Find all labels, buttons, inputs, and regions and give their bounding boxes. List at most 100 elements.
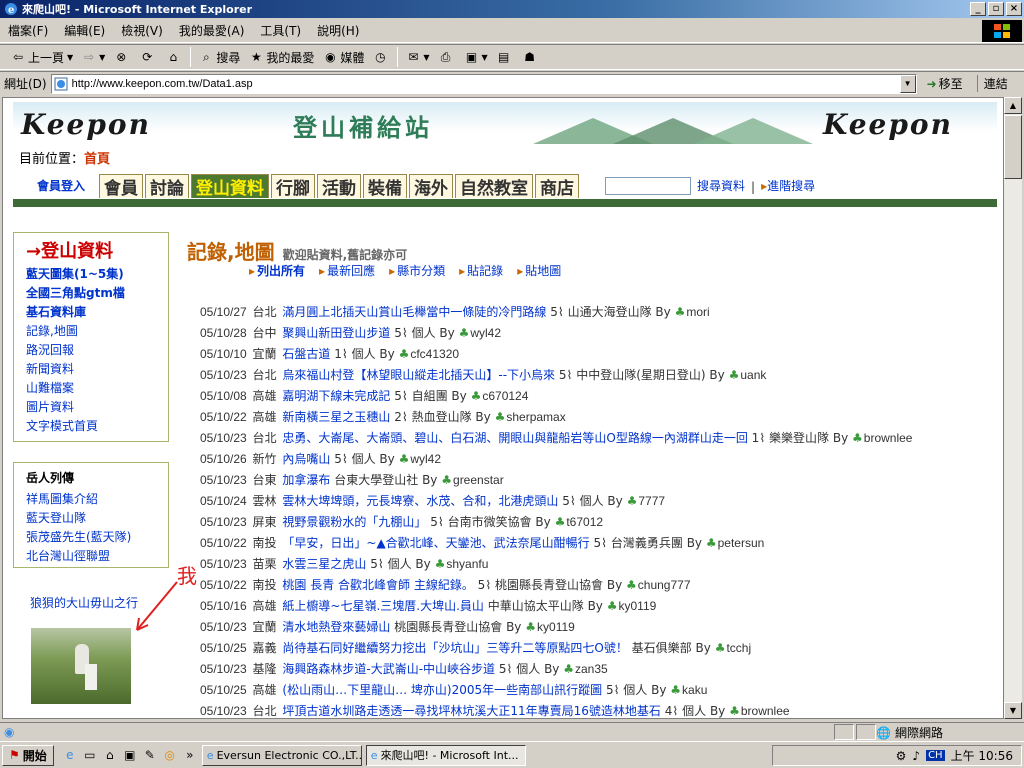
sidebar-item-benchmark-db[interactable]: 基石資料庫 [26, 303, 156, 322]
menu-file[interactable]: 檔案(F) [0, 22, 56, 39]
media-button[interactable]: ◉ 媒體 [318, 49, 368, 66]
discuss-button[interactable]: ▤ [492, 49, 518, 65]
tab-walks[interactable]: 行腳 [271, 174, 316, 199]
post-user-link[interactable]: tcchj [726, 641, 751, 655]
trip-report-link[interactable]: 狼狽的大山毋山之行 [30, 594, 138, 611]
post-user-link[interactable]: petersun [718, 536, 765, 550]
post-user-link[interactable]: uank [740, 368, 766, 382]
post-user-link[interactable]: greenstar [453, 473, 504, 487]
minimize-button[interactable]: _ [970, 2, 986, 16]
site-banner[interactable]: Keepon 登山補給站 Keepon [13, 102, 997, 144]
messenger-button[interactable]: ☗ [518, 49, 544, 65]
post-title-link[interactable]: 新南橫三星之玉穗山 [282, 410, 390, 424]
links-button[interactable]: 連結 [976, 75, 1008, 92]
task-eversun[interactable]: e Eversun Electronic CO.,LT... [201, 744, 362, 766]
advanced-search-link[interactable]: ▸進階搜尋 [761, 177, 815, 194]
post-title-link[interactable]: 忠勇、大崙尾、大崙頭、碧山、白石湖、開眼山與龍船岩等山O型路線一內湖群山走一回 [282, 431, 747, 445]
post-title-link[interactable]: 紙上櫥導~七星嶺.三塊厝.大埤山.員山 [282, 599, 484, 613]
menu-tools[interactable]: 工具(T) [252, 22, 309, 39]
sidebar-item-blue-sky-albums[interactable]: 藍天圖集(1~5集) [26, 265, 156, 284]
post-title-link[interactable]: 桃園 長青 合歡北峰會師 主線紀錄。 [282, 578, 473, 592]
favorites-button[interactable]: ★ 我的最愛 [244, 49, 318, 66]
address-input[interactable]: http://www.keepon.com.tw/Data1.asp ▼ [50, 73, 917, 94]
post-title-link[interactable]: 烏來福山村登【林望眼山縱走北插天山】--下小烏來 [282, 368, 555, 382]
post-user-link[interactable]: wyl42 [470, 326, 501, 340]
ime-indicator[interactable]: CH [926, 750, 945, 761]
sidebar-item-trail-alliance[interactable]: 北台灣山徑聯盟 [26, 547, 156, 566]
post-title-link[interactable]: 嘉明湖下線未完成記 [282, 389, 390, 403]
post-title-link[interactable]: 聚興山新田登山步道 [282, 326, 390, 340]
sidebar-item-triangulation-gtm[interactable]: 全國三角點gtm檔 [26, 284, 156, 303]
more-icon[interactable]: » [182, 748, 198, 762]
close-button[interactable]: × [1006, 2, 1022, 16]
post-user-link[interactable]: wyl42 [410, 452, 441, 466]
post-title-link[interactable]: 雲林大埤埤頭，元長埤寮、水茂、合和，北港虎頭山 [282, 494, 558, 508]
stop-button[interactable]: ⊗ [109, 49, 135, 65]
post-user-link[interactable]: shyanfu [446, 557, 488, 571]
computer-icon[interactable]: ▣ [122, 748, 138, 762]
subnav-latest-replies[interactable]: 最新回應 [319, 262, 375, 279]
member-login-link[interactable]: 會員登入 [37, 177, 85, 194]
post-title-link[interactable]: 滿月圓上北插天山賞山毛櫸當中一條陡的冷門路線 [282, 305, 546, 319]
address-dropdown-icon[interactable]: ▼ [899, 74, 916, 93]
volume-icon[interactable]: ♪ [912, 749, 920, 763]
post-user-link[interactable]: ky0119 [619, 599, 657, 613]
window-titlebar[interactable]: e 來爬山吧! - Microsoft Internet Explorer _ … [0, 0, 1024, 18]
sidebar-item-trail-reports[interactable]: 路況回報 [26, 341, 156, 360]
print-button[interactable]: ⎙ [434, 49, 460, 65]
menu-view[interactable]: 檢視(V) [113, 22, 171, 39]
site-search-input[interactable] [605, 177, 692, 195]
post-title-link[interactable]: 加拿瀑布 [282, 473, 330, 487]
tab-events[interactable]: 活動 [317, 174, 362, 199]
forward-button[interactable]: ⇨ ▼ [77, 49, 109, 65]
post-user-link[interactable]: ky0119 [537, 620, 575, 634]
task-ie-keepon[interactable]: e 來爬山吧! - Microsoft Int... [365, 744, 526, 766]
post-title-link[interactable]: 坪頂古道水圳路走透透一尋找坪林坑溪大正11年專賣局16號造林地基石 [282, 704, 661, 718]
sidebar-item-records-maps[interactable]: 記錄,地圖 [26, 322, 156, 341]
go-button[interactable]: ➜ 移至 [927, 75, 963, 92]
sidebar-item-text-mode[interactable]: 文字模式首頁 [26, 417, 156, 436]
post-user-link[interactable]: chung777 [638, 578, 691, 592]
post-user-link[interactable]: mori [686, 305, 709, 319]
sidebar-item-accident-files[interactable]: 山難檔案 [26, 379, 156, 398]
history-button[interactable]: ◷ [368, 49, 394, 65]
search-button[interactable]: ⌕ 搜尋 [194, 49, 244, 66]
scroll-down-icon[interactable]: ▼ [1004, 702, 1022, 719]
tray-icon[interactable]: ⚙ [896, 749, 907, 763]
post-user-link[interactable]: brownlee [741, 704, 790, 718]
post-user-link[interactable]: t67012 [566, 515, 603, 529]
subnav-post-record[interactable]: 貼記錄 [459, 262, 503, 279]
vertical-scrollbar[interactable]: ▲ ▼ [1004, 97, 1022, 719]
post-title-link[interactable]: 水雲三星之虎山 [282, 557, 366, 571]
breadcrumb-current[interactable]: 首頁 [84, 152, 110, 167]
notepad-icon[interactable]: ✎ [142, 748, 158, 762]
scroll-thumb[interactable] [1004, 115, 1022, 179]
post-title-link[interactable]: 海興路森林步道-大武崙山-中山峽谷步道 [282, 662, 495, 676]
refresh-button[interactable]: ⟳ [135, 49, 161, 65]
post-title-link[interactable]: 清水地熱登來藝婦山 [282, 620, 390, 634]
start-button[interactable]: ⚑ 開始 [2, 744, 54, 766]
post-user-link[interactable]: c670124 [482, 389, 528, 403]
page-viewport[interactable]: Keepon 登山補給站 Keepon 目前位置：首頁 會員登入 會員 討論 登… [2, 97, 1004, 719]
maximize-button[interactable]: ▫ [988, 2, 1004, 16]
tab-nature-class[interactable]: 自然教室 [455, 174, 534, 199]
post-user-link[interactable]: 7777 [638, 494, 665, 508]
back-button[interactable]: ⇦ 上一頁 ▼ [6, 49, 77, 66]
post-user-link[interactable]: brownlee [864, 431, 913, 445]
search-data-link[interactable]: 搜尋資料 [697, 177, 745, 194]
network-icon[interactable]: ⌂ [102, 748, 118, 762]
home-button[interactable]: ⌂ [161, 49, 187, 65]
post-user-link[interactable]: cfc41320 [410, 347, 459, 361]
edit-button[interactable]: ▣ ▼ [460, 49, 492, 65]
trip-photo[interactable] [31, 628, 131, 704]
post-title-link[interactable]: 視野景觀粉水的「九棚山」 [282, 515, 426, 529]
tab-shop[interactable]: 商店 [535, 174, 580, 199]
tab-overseas[interactable]: 海外 [409, 174, 454, 199]
sidebar-item-photos[interactable]: 圖片資料 [26, 398, 156, 417]
subnav-by-county[interactable]: 縣市分類 [389, 262, 445, 279]
post-user-link[interactable]: zan35 [575, 662, 608, 676]
tab-hiking-data[interactable]: 登山資料 [191, 174, 270, 199]
sidebar-item-news[interactable]: 新聞資料 [26, 360, 156, 379]
scroll-up-icon[interactable]: ▲ [1004, 97, 1022, 114]
post-user-link[interactable]: kaku [682, 683, 707, 697]
